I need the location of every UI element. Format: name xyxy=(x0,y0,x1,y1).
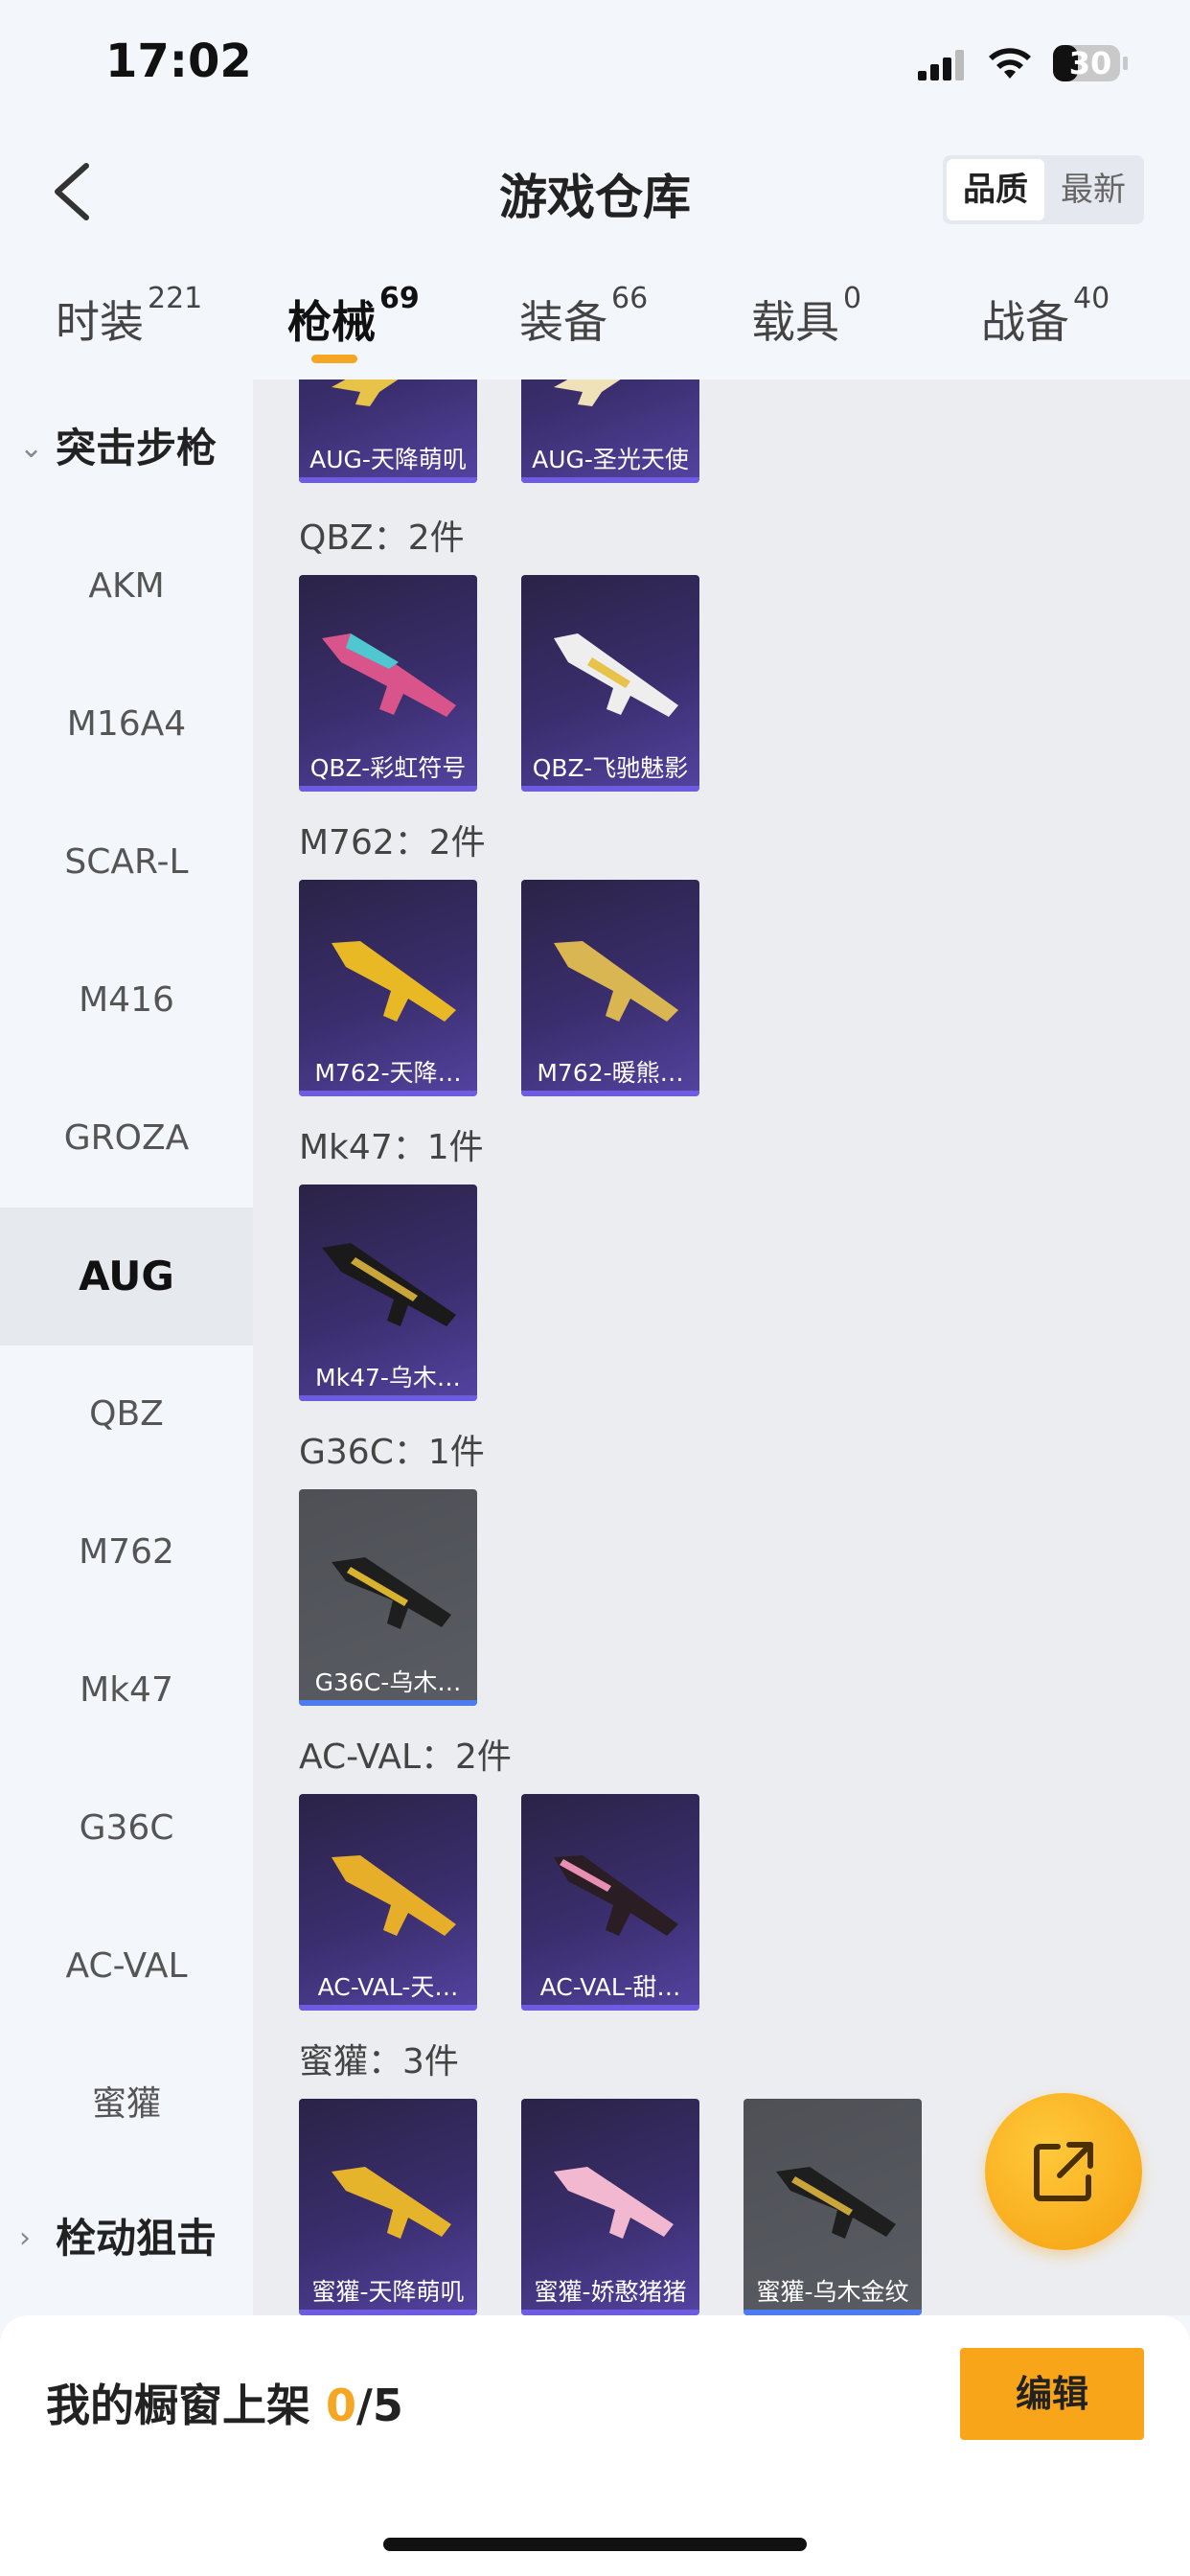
item-name: AC-VAL-天… xyxy=(317,1973,459,2001)
item-card[interactable]: AC-VAL-甜… xyxy=(521,1794,699,2011)
sidebar-item-m16a4[interactable]: M16A4 xyxy=(0,656,253,794)
card-rarity-bar xyxy=(521,477,699,483)
item-card[interactable]: 蜜獾-娇憨猪猪 xyxy=(521,2099,699,2315)
item-card[interactable]: M762-天降… xyxy=(299,880,477,1096)
sort-quality-button[interactable]: 品质 xyxy=(947,159,1044,220)
gun-image xyxy=(332,1557,451,1629)
gun-image xyxy=(322,1243,456,1326)
shelf-current-count: 0 xyxy=(326,2380,357,2431)
tab-supplies[interactable]: 战备 40 xyxy=(981,282,1110,364)
sidebar-item-qbz[interactable]: QBZ xyxy=(0,1346,253,1484)
gun-image xyxy=(554,1855,678,1936)
home-indicator xyxy=(383,2538,807,2551)
sidebar-item-akm[interactable]: AKM xyxy=(0,518,253,656)
sidebar-item-scar-l[interactable]: SCAR-L xyxy=(0,794,253,932)
item-name: M762-暖熊… xyxy=(537,1059,684,1087)
card-rarity-bar xyxy=(299,477,477,483)
sidebar-group-assault-rifles[interactable]: ⌄ 突击步枪 xyxy=(0,401,253,496)
sidebar-item-m762[interactable]: M762 xyxy=(0,1484,253,1622)
gun-image xyxy=(322,633,456,717)
share-icon xyxy=(1034,2142,1093,2201)
gun-image xyxy=(332,941,456,1022)
sidebar-group-bolt-action[interactable]: › 栓动狙击 xyxy=(0,2191,253,2287)
sidebar: ⌄ 突击步枪 AKM M16A4 SCAR-L M416 GROZA AUG Q… xyxy=(0,380,253,2315)
item-card[interactable]: QBZ-彩虹符号 xyxy=(299,575,477,792)
gun-image xyxy=(554,633,678,717)
card-rarity-bar xyxy=(521,1091,699,1096)
edit-button[interactable]: 编辑 xyxy=(960,2348,1144,2440)
status-bar: 17:02 30 xyxy=(0,0,1190,134)
wifi-icon xyxy=(989,48,1031,79)
item-grid: AUG-天降萌叽 AUG-圣光天使 QBZ：2件 QBZ-彩虹符号 QBZ-飞驰… xyxy=(253,380,1190,2315)
card-rarity-bar xyxy=(299,1395,477,1401)
battery-level: 30 xyxy=(1068,45,1112,81)
item-name: QBZ-飞驰魅影 xyxy=(532,754,689,782)
item-name: AC-VAL-甜… xyxy=(539,1973,681,2001)
item-name: 蜜獾-天降萌叽 xyxy=(311,2278,465,2306)
group-label-m762: M762：2件 xyxy=(299,823,486,862)
item-card[interactable]: AUG-天降萌叽 xyxy=(299,380,477,483)
item-name: Mk47-乌木… xyxy=(315,1364,461,1392)
group-label-honey-badger: 蜜獾：3件 xyxy=(299,2042,459,2082)
tab-fashion[interactable]: 时装 221 xyxy=(56,282,202,364)
item-name: AUG-天降萌叽 xyxy=(309,446,467,473)
status-time: 17:02 xyxy=(105,34,252,88)
group-label-qbz: QBZ：2件 xyxy=(299,518,465,558)
item-name: QBZ-彩虹符号 xyxy=(309,754,467,782)
group-label-g36c: G36C：1件 xyxy=(299,1433,485,1472)
gun-image xyxy=(332,2167,451,2239)
shelf-status: 我的橱窗上架 0/5 xyxy=(46,2380,403,2431)
sidebar-item-aug[interactable]: AUG xyxy=(0,1208,253,1346)
sidebar-item-honey-badger[interactable]: 蜜獾 xyxy=(0,2036,253,2174)
item-card[interactable]: 蜜獾-天降萌叽 xyxy=(299,2099,477,2315)
item-name: 蜜獾-乌木金纹 xyxy=(756,2278,909,2306)
bottom-bar: 我的橱窗上架 0/5 编辑 xyxy=(0,2315,1190,2576)
sidebar-item-ac-val[interactable]: AC-VAL xyxy=(0,1898,253,2036)
gun-image xyxy=(332,1855,456,1936)
item-name: M762-天降… xyxy=(314,1059,462,1087)
item-card[interactable]: AUG-圣光天使 xyxy=(521,380,699,483)
item-name: G36C-乌木… xyxy=(314,1668,462,1696)
gun-image xyxy=(554,380,621,406)
tab-firearms[interactable]: 枪械 69 xyxy=(287,282,420,364)
active-tab-indicator xyxy=(311,355,357,363)
group-label-ac-val: AC-VAL：2件 xyxy=(299,1737,512,1777)
chevron-right-icon: › xyxy=(19,2221,31,2255)
item-card[interactable]: QBZ-飞驰魅影 xyxy=(521,575,699,792)
item-card[interactable]: M762-暖熊… xyxy=(521,880,699,1096)
card-rarity-bar xyxy=(299,786,477,792)
card-rarity-bar xyxy=(299,1091,477,1096)
card-rarity-bar xyxy=(521,2005,699,2011)
share-button[interactable] xyxy=(985,2093,1142,2250)
category-tabs: 时装 221 枪械 69 装备 66 载具 0 战备 40 xyxy=(0,278,1190,374)
card-rarity-bar xyxy=(299,1700,477,1706)
card-rarity-bar xyxy=(521,786,699,792)
item-card[interactable]: G36C-乌木… xyxy=(299,1489,477,1706)
signal-icon xyxy=(918,50,964,80)
sort-newest-button[interactable]: 最新 xyxy=(1044,159,1142,220)
item-card[interactable]: Mk47-乌木… xyxy=(299,1184,477,1401)
group-label-mk47: Mk47：1件 xyxy=(299,1128,484,1167)
shelf-total-count: /5 xyxy=(356,2380,403,2431)
gun-image xyxy=(554,2167,674,2239)
sidebar-item-g36c[interactable]: G36C xyxy=(0,1760,253,1898)
gun-image xyxy=(554,941,678,1022)
item-name: AUG-圣光天使 xyxy=(532,446,689,473)
tab-vehicles[interactable]: 载具 0 xyxy=(751,282,861,364)
item-name: 蜜獾-娇憨猪猪 xyxy=(534,2278,687,2306)
sidebar-item-groza[interactable]: GROZA xyxy=(0,1070,253,1208)
gun-image xyxy=(776,2167,896,2239)
sidebar-item-m416[interactable]: M416 xyxy=(0,932,253,1070)
sort-toggle: 品质 最新 xyxy=(943,155,1144,224)
item-card[interactable]: AC-VAL-天… xyxy=(299,1794,477,2011)
card-rarity-bar xyxy=(299,2005,477,2011)
gun-image xyxy=(332,380,399,406)
sidebar-item-mk47[interactable]: Mk47 xyxy=(0,1622,253,1760)
item-card[interactable]: 蜜獾-乌木金纹 xyxy=(744,2099,922,2315)
chevron-down-icon: ⌄ xyxy=(19,431,44,465)
tab-equipment[interactable]: 装备 66 xyxy=(519,282,648,364)
